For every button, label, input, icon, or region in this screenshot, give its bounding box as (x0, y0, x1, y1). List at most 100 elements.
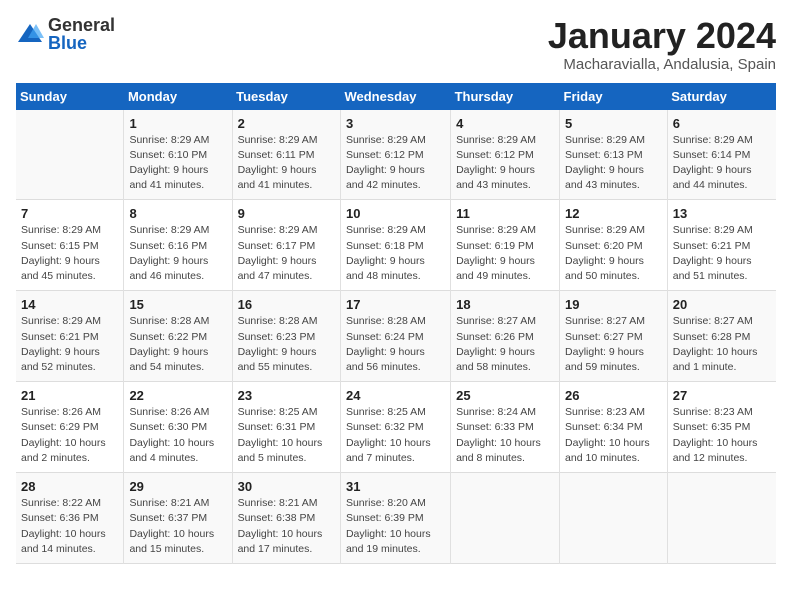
day-info: Sunrise: 8:26 AM Sunset: 6:30 PM Dayligh… (129, 405, 226, 466)
day-number: 15 (129, 297, 226, 312)
day-number: 24 (346, 388, 445, 403)
logo-blue: Blue (48, 34, 115, 52)
calendar-table: SundayMondayTuesdayWednesdayThursdayFrid… (16, 83, 776, 564)
day-info: Sunrise: 8:29 AM Sunset: 6:20 PM Dayligh… (565, 223, 662, 284)
weekday-header: Thursday (451, 83, 560, 110)
day-info: Sunrise: 8:29 AM Sunset: 6:21 PM Dayligh… (21, 314, 118, 375)
day-info: Sunrise: 8:24 AM Sunset: 6:33 PM Dayligh… (456, 405, 554, 466)
day-number: 21 (21, 388, 118, 403)
day-info: Sunrise: 8:20 AM Sunset: 6:39 PM Dayligh… (346, 496, 445, 557)
calendar-cell (560, 473, 668, 564)
calendar-cell: 25 Sunrise: 8:24 AM Sunset: 6:33 PM Dayli… (451, 382, 560, 473)
calendar-cell: 22 Sunrise: 8:26 AM Sunset: 6:30 PM Dayli… (124, 382, 232, 473)
calendar-body: 1 Sunrise: 8:29 AM Sunset: 6:10 PM Daylig… (16, 110, 776, 564)
weekday-header: Friday (560, 83, 668, 110)
calendar-cell: 9 Sunrise: 8:29 AM Sunset: 6:17 PM Daylig… (232, 200, 340, 291)
calendar-cell: 2 Sunrise: 8:29 AM Sunset: 6:11 PM Daylig… (232, 110, 340, 200)
day-info: Sunrise: 8:29 AM Sunset: 6:17 PM Dayligh… (238, 223, 335, 284)
day-number: 5 (565, 116, 662, 131)
logo-text: General Blue (48, 16, 115, 52)
day-number: 3 (346, 116, 445, 131)
day-number: 28 (21, 479, 118, 494)
calendar-cell (667, 473, 776, 564)
calendar-cell: 31 Sunrise: 8:20 AM Sunset: 6:39 PM Dayli… (340, 473, 450, 564)
day-info: Sunrise: 8:28 AM Sunset: 6:22 PM Dayligh… (129, 314, 226, 375)
day-number: 18 (456, 297, 554, 312)
calendar-cell: 23Sunrise: 8:25 AM Sunset: 6:31 PM Dayli… (232, 382, 340, 473)
calendar-cell: 4 Sunrise: 8:29 AM Sunset: 6:12 PM Daylig… (451, 110, 560, 200)
day-number: 19 (565, 297, 662, 312)
day-number: 6 (673, 116, 771, 131)
calendar-cell: 24Sunrise: 8:25 AM Sunset: 6:32 PM Dayli… (340, 382, 450, 473)
logo: General Blue (16, 16, 115, 52)
calendar-cell: 18 Sunrise: 8:27 AM Sunset: 6:26 PM Dayli… (451, 291, 560, 382)
day-info: Sunrise: 8:29 AM Sunset: 6:13 PM Dayligh… (565, 133, 662, 194)
weekday-header: Monday (124, 83, 232, 110)
day-info: Sunrise: 8:29 AM Sunset: 6:11 PM Dayligh… (238, 133, 335, 194)
day-number: 4 (456, 116, 554, 131)
day-number: 22 (129, 388, 226, 403)
day-number: 9 (238, 206, 335, 221)
calendar-week-row: 14 Sunrise: 8:29 AM Sunset: 6:21 PM Dayli… (16, 291, 776, 382)
day-info: Sunrise: 8:21 AM Sunset: 6:38 PM Dayligh… (238, 496, 335, 557)
day-info: Sunrise: 8:27 AM Sunset: 6:27 PM Dayligh… (565, 314, 662, 375)
calendar-cell: 7 Sunrise: 8:29 AM Sunset: 6:15 PM Daylig… (16, 200, 124, 291)
day-number: 31 (346, 479, 445, 494)
day-info: Sunrise: 8:29 AM Sunset: 6:12 PM Dayligh… (346, 133, 445, 194)
day-info: Sunrise: 8:29 AM Sunset: 6:21 PM Dayligh… (673, 223, 771, 284)
calendar-cell: 10Sunrise: 8:29 AM Sunset: 6:18 PM Dayli… (340, 200, 450, 291)
day-number: 27 (673, 388, 771, 403)
calendar-cell: 17Sunrise: 8:28 AM Sunset: 6:24 PM Dayli… (340, 291, 450, 382)
weekday-header: Sunday (16, 83, 124, 110)
day-info: Sunrise: 8:29 AM Sunset: 6:16 PM Dayligh… (129, 223, 226, 284)
day-info: Sunrise: 8:21 AM Sunset: 6:37 PM Dayligh… (129, 496, 226, 557)
calendar-cell: 12Sunrise: 8:29 AM Sunset: 6:20 PM Dayli… (560, 200, 668, 291)
weekday-header: Wednesday (340, 83, 450, 110)
day-number: 1 (129, 116, 226, 131)
day-info: Sunrise: 8:23 AM Sunset: 6:34 PM Dayligh… (565, 405, 662, 466)
day-number: 25 (456, 388, 554, 403)
day-number: 7 (21, 206, 118, 221)
day-number: 8 (129, 206, 226, 221)
calendar-cell: 14 Sunrise: 8:29 AM Sunset: 6:21 PM Dayli… (16, 291, 124, 382)
calendar-week-row: 7 Sunrise: 8:29 AM Sunset: 6:15 PM Daylig… (16, 200, 776, 291)
day-info: Sunrise: 8:25 AM Sunset: 6:31 PM Dayligh… (238, 405, 335, 466)
calendar-cell: 21Sunrise: 8:26 AM Sunset: 6:29 PM Dayli… (16, 382, 124, 473)
calendar-subtitle: Macharavialla, Andalusia, Spain (548, 56, 776, 73)
calendar-title: January 2024 (548, 16, 776, 56)
calendar-cell: 26 Sunrise: 8:23 AM Sunset: 6:34 PM Dayli… (560, 382, 668, 473)
day-info: Sunrise: 8:22 AM Sunset: 6:36 PM Dayligh… (21, 496, 118, 557)
day-number: 26 (565, 388, 662, 403)
day-info: Sunrise: 8:29 AM Sunset: 6:19 PM Dayligh… (456, 223, 554, 284)
calendar-cell: 8 Sunrise: 8:29 AM Sunset: 6:16 PM Daylig… (124, 200, 232, 291)
day-info: Sunrise: 8:27 AM Sunset: 6:26 PM Dayligh… (456, 314, 554, 375)
calendar-cell: 1 Sunrise: 8:29 AM Sunset: 6:10 PM Daylig… (124, 110, 232, 200)
weekday-header: Tuesday (232, 83, 340, 110)
day-info: Sunrise: 8:23 AM Sunset: 6:35 PM Dayligh… (673, 405, 771, 466)
title-block: January 2024 Macharavialla, Andalusia, S… (548, 16, 776, 73)
day-number: 20 (673, 297, 771, 312)
day-number: 30 (238, 479, 335, 494)
calendar-header: SundayMondayTuesdayWednesdayThursdayFrid… (16, 83, 776, 110)
day-info: Sunrise: 8:29 AM Sunset: 6:15 PM Dayligh… (21, 223, 118, 284)
logo-general: General (48, 16, 115, 34)
calendar-cell: 19 Sunrise: 8:27 AM Sunset: 6:27 PM Dayli… (560, 291, 668, 382)
calendar-cell: 16Sunrise: 8:28 AM Sunset: 6:23 PM Dayli… (232, 291, 340, 382)
day-number: 2 (238, 116, 335, 131)
day-number: 14 (21, 297, 118, 312)
weekday-row: SundayMondayTuesdayWednesdayThursdayFrid… (16, 83, 776, 110)
calendar-cell: 20 Sunrise: 8:27 AM Sunset: 6:28 PM Dayli… (667, 291, 776, 382)
calendar-cell: 13Sunrise: 8:29 AM Sunset: 6:21 PM Dayli… (667, 200, 776, 291)
day-info: Sunrise: 8:29 AM Sunset: 6:10 PM Dayligh… (129, 133, 226, 194)
calendar-cell: 11Sunrise: 8:29 AM Sunset: 6:19 PM Dayli… (451, 200, 560, 291)
day-info: Sunrise: 8:27 AM Sunset: 6:28 PM Dayligh… (673, 314, 771, 375)
day-number: 17 (346, 297, 445, 312)
calendar-week-row: 28 Sunrise: 8:22 AM Sunset: 6:36 PM Dayli… (16, 473, 776, 564)
logo-icon (16, 20, 44, 48)
calendar-week-row: 21Sunrise: 8:26 AM Sunset: 6:29 PM Dayli… (16, 382, 776, 473)
day-info: Sunrise: 8:29 AM Sunset: 6:12 PM Dayligh… (456, 133, 554, 194)
day-info: Sunrise: 8:29 AM Sunset: 6:14 PM Dayligh… (673, 133, 771, 194)
calendar-cell: 29 Sunrise: 8:21 AM Sunset: 6:37 PM Dayli… (124, 473, 232, 564)
day-number: 29 (129, 479, 226, 494)
calendar-cell: 28 Sunrise: 8:22 AM Sunset: 6:36 PM Dayli… (16, 473, 124, 564)
